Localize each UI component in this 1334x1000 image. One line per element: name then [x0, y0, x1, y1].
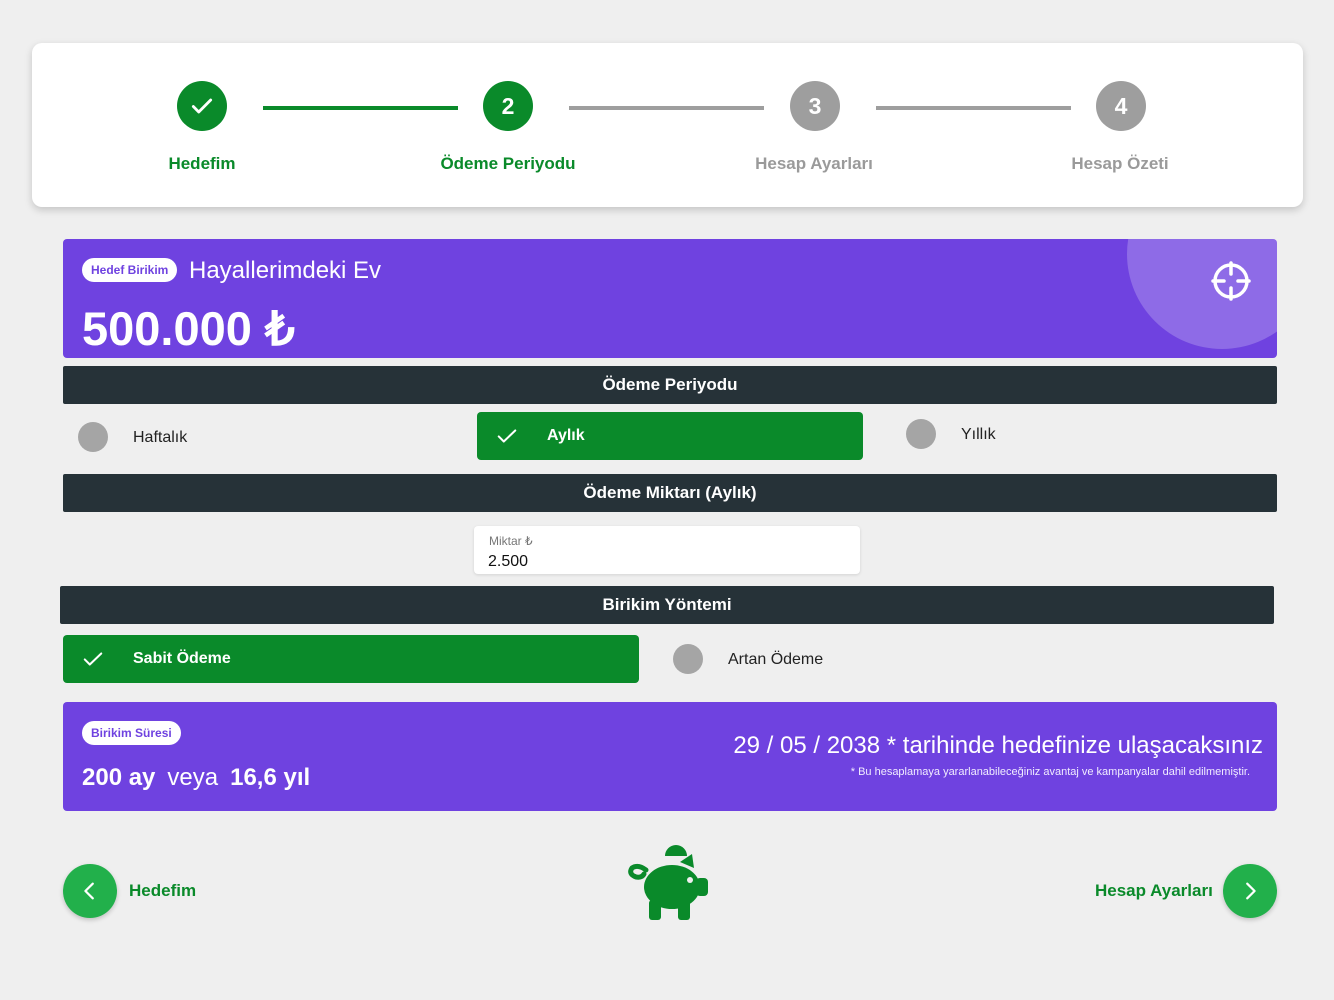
yearly-label[interactable]: Yıllık	[961, 426, 996, 444]
goal-amount: 500.000 ₺	[82, 302, 295, 355]
duration-years: 16,6 yıl	[230, 764, 311, 791]
weekly-label[interactable]: Haftalık	[133, 429, 187, 447]
step-1-completed-circle[interactable]	[177, 81, 227, 131]
duration-summary: 200 ay veya 16,6 yıl	[82, 764, 310, 792]
step-1-label: Hedefim	[168, 154, 236, 173]
amount-field-label: Miktar ₺	[489, 534, 533, 548]
disclaimer-text: * Bu hesaplamaya yararlanabileceğiniz av…	[850, 766, 1250, 778]
monthly-label: Aylık	[547, 427, 585, 444]
target-date-text: 29 / 05 / 2038 * tarihinde hedefinize ul…	[733, 732, 1263, 759]
payment-period-header: Ödeme Periyodu	[63, 366, 1277, 404]
step-3-circle[interactable]: 3	[790, 81, 840, 131]
step-2-label: Ödeme Periyodu	[440, 154, 576, 173]
duration-or: veya	[167, 764, 219, 791]
fixed-payment-label: Sabit Ödeme	[133, 650, 231, 667]
checkmark-icon	[191, 98, 213, 114]
target-icon	[1211, 261, 1251, 301]
next-button[interactable]	[1223, 864, 1277, 918]
checkmark-icon	[83, 652, 103, 666]
decorative-circle	[1127, 239, 1277, 349]
checkmark-icon	[497, 429, 517, 443]
monthly-option-selected[interactable]: Aylık	[477, 412, 863, 460]
step-2-active-circle[interactable]: 2	[483, 81, 533, 131]
back-button[interactable]	[63, 864, 117, 918]
step-connector-2	[569, 106, 764, 110]
step-4-circle[interactable]: 4	[1096, 81, 1146, 131]
duration-months: 200 ay	[82, 764, 156, 791]
progress-stepper: Hedefim 2 Ödeme Periyodu 3 Hesap Ayarlar…	[32, 43, 1303, 207]
goal-badge: Hedef Birikim	[82, 258, 178, 282]
goal-name: Hayallerimdeki Ev	[189, 257, 382, 284]
duration-banner: Birikim Süresi 200 ay veya 16,6 yıl 29 / 0…	[63, 702, 1277, 811]
weekly-radio[interactable]	[78, 422, 108, 452]
next-label[interactable]: Hesap Ayarları	[1095, 881, 1213, 901]
fixed-payment-option-selected[interactable]: Sabit Ödeme	[63, 635, 639, 683]
increasing-payment-radio[interactable]	[673, 644, 703, 674]
increasing-payment-label[interactable]: Artan Ödeme	[728, 651, 823, 669]
step-connector-1	[263, 106, 458, 110]
saving-method-header: Birikim Yöntemi	[60, 586, 1274, 624]
step-3-label: Hesap Ayarları	[755, 154, 873, 173]
payment-amount-header: Ödeme Miktarı (Aylık)	[63, 474, 1277, 512]
chevron-right-icon	[1246, 882, 1256, 900]
duration-badge: Birikim Süresi	[82, 721, 181, 745]
step-4-label: Hesap Özeti	[1071, 154, 1169, 173]
amount-field[interactable]: Miktar ₺	[474, 526, 860, 574]
back-label[interactable]: Hedefim	[129, 881, 196, 901]
step-connector-3	[876, 106, 1071, 110]
goal-banner: Hedef Birikim Hayallerimdeki Ev 500.000 …	[63, 239, 1277, 358]
chevron-left-icon	[84, 882, 94, 900]
piggy-bank-icon	[628, 845, 708, 920]
amount-input[interactable]	[488, 553, 828, 571]
yearly-radio[interactable]	[906, 419, 936, 449]
